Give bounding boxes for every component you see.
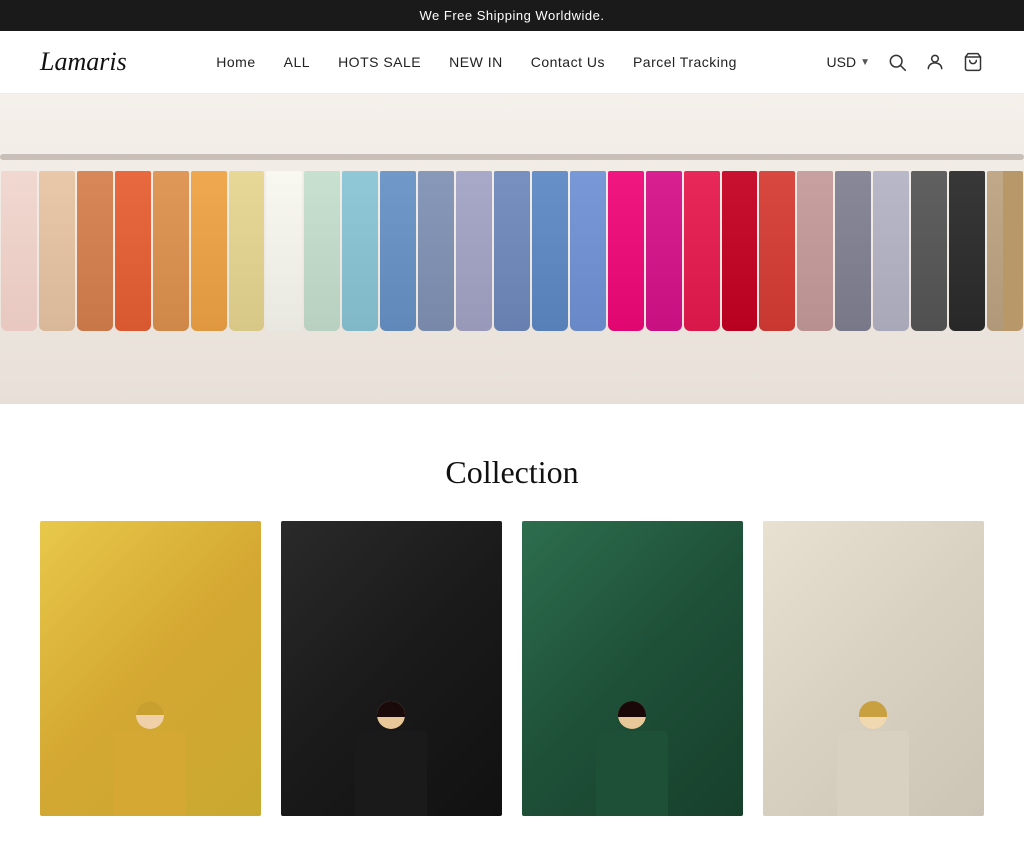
product-image-wrapper xyxy=(763,521,984,816)
person-silhouette xyxy=(785,550,962,815)
product-image-wrapper xyxy=(522,521,743,816)
product-image-3 xyxy=(522,521,743,816)
nav-all[interactable]: ALL xyxy=(284,54,310,70)
cart-button[interactable] xyxy=(962,51,984,73)
product-card[interactable] xyxy=(281,521,502,816)
header: Lamaris Home ALL HOTS SALE NEW IN Contac… xyxy=(0,31,1024,94)
search-icon xyxy=(887,52,907,72)
account-icon xyxy=(925,52,945,72)
person-silhouette xyxy=(303,550,480,815)
collection-section: Collection xyxy=(0,404,1024,846)
product-card[interactable] xyxy=(763,521,984,816)
nav-hots-sale[interactable]: HOTS SALE xyxy=(338,54,421,70)
nav-parcel-tracking[interactable]: Parcel Tracking xyxy=(633,54,737,70)
product-image-1 xyxy=(40,521,261,816)
nav-home[interactable]: Home xyxy=(216,54,255,70)
currency-label: USD xyxy=(827,54,857,70)
person-silhouette xyxy=(544,550,721,815)
person-silhouette xyxy=(62,550,239,815)
product-card[interactable] xyxy=(40,521,261,816)
hero-image xyxy=(0,94,1024,404)
header-actions: USD ▼ xyxy=(827,51,984,73)
main-nav: Home ALL HOTS SALE NEW IN Contact Us Par… xyxy=(216,54,737,70)
product-image-wrapper xyxy=(40,521,261,816)
nav-contact-us[interactable]: Contact Us xyxy=(531,54,605,70)
announcement-text: We Free Shipping Worldwide. xyxy=(420,8,605,23)
collection-grid xyxy=(40,521,984,816)
nav-new-in[interactable]: NEW IN xyxy=(449,54,503,70)
logo[interactable]: Lamaris xyxy=(40,47,127,77)
announcement-bar: We Free Shipping Worldwide. xyxy=(0,0,1024,31)
cart-icon xyxy=(963,52,983,72)
product-image-4 xyxy=(763,521,984,816)
product-image-wrapper xyxy=(281,521,502,816)
hero-banner xyxy=(0,94,1024,404)
collection-title: Collection xyxy=(40,454,984,491)
account-button[interactable] xyxy=(924,51,946,73)
search-button[interactable] xyxy=(886,51,908,73)
product-card[interactable] xyxy=(522,521,743,816)
currency-selector[interactable]: USD ▼ xyxy=(827,54,870,70)
chevron-down-icon: ▼ xyxy=(860,57,870,68)
product-image-2 xyxy=(281,521,502,816)
